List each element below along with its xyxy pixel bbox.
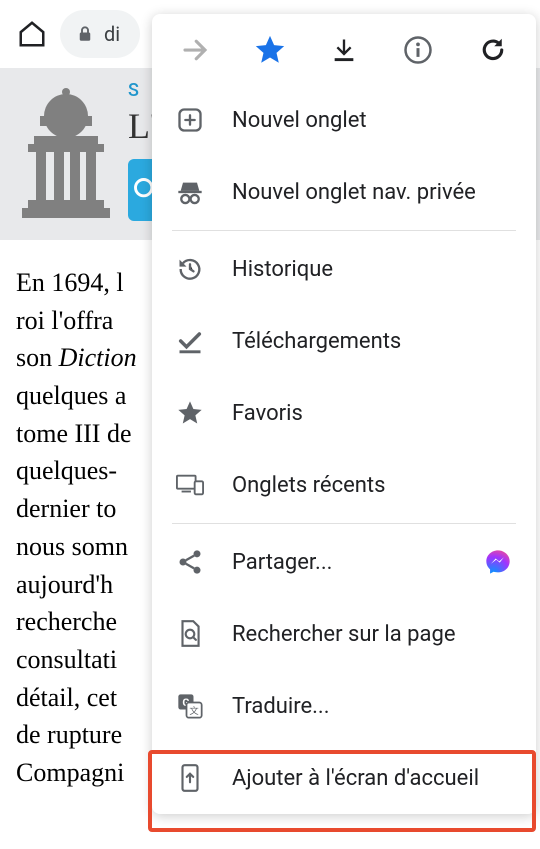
- menu-downloads[interactable]: Téléchargements: [152, 305, 536, 377]
- svg-text:文: 文: [189, 705, 198, 717]
- menu-item-label: Historique: [232, 257, 333, 282]
- menu-item-label: Téléchargements: [232, 329, 401, 354]
- history-icon: [176, 255, 204, 283]
- menu-add-to-homescreen[interactable]: Ajouter à l'écran d'accueil: [152, 742, 536, 814]
- forward-arrow-icon: [180, 35, 210, 65]
- home-button[interactable]: [12, 14, 52, 54]
- menu-item-label: Nouvel onglet: [232, 108, 367, 133]
- menu-incognito[interactable]: Nouvel onglet nav. privée: [152, 156, 536, 228]
- add-homescreen-icon: [178, 763, 202, 793]
- download-icon: [330, 36, 358, 64]
- reload-icon: [478, 35, 508, 65]
- download-check-icon: [176, 327, 204, 355]
- translate-icon: G 文: [176, 692, 204, 720]
- menu-item-label: Partager...: [232, 550, 332, 575]
- menu-item-label: Ajouter à l'écran d'accueil: [232, 766, 479, 791]
- menu-item-label: Traduire...: [232, 694, 330, 719]
- home-icon: [17, 19, 47, 49]
- url-bar[interactable]: di: [60, 10, 140, 58]
- menu-find-in-page[interactable]: Rechercher sur la page: [152, 598, 536, 670]
- info-icon: [403, 35, 433, 65]
- menu-new-tab[interactable]: Nouvel onglet: [152, 84, 536, 156]
- star-filled-icon: [253, 33, 287, 67]
- incognito-icon: [176, 178, 204, 206]
- find-page-icon: [177, 619, 203, 649]
- devices-icon: [176, 473, 204, 497]
- star-icon: [176, 399, 204, 427]
- download-button[interactable]: [320, 26, 368, 74]
- browser-menu: Nouvel onglet Nouvel onglet nav. privée …: [152, 14, 536, 814]
- menu-item-label: Nouvel onglet nav. privée: [232, 180, 476, 205]
- menu-item-label: Onglets récents: [232, 473, 385, 498]
- share-icon: [176, 548, 204, 576]
- menu-divider: [172, 230, 516, 231]
- menu-item-label: Rechercher sur la page: [232, 622, 456, 647]
- lock-icon: [76, 24, 94, 44]
- info-button[interactable]: [394, 26, 442, 74]
- messenger-icon: [484, 548, 512, 576]
- plus-box-icon: [176, 106, 204, 134]
- menu-divider: [172, 523, 516, 524]
- forward-button[interactable]: [171, 26, 219, 74]
- menu-top-row: [152, 20, 536, 84]
- menu-recent-tabs[interactable]: Onglets récents: [152, 449, 536, 521]
- menu-item-label: Favoris: [232, 401, 303, 426]
- menu-bookmarks[interactable]: Favoris: [152, 377, 536, 449]
- building-logo-icon: [16, 88, 116, 228]
- url-text: di: [104, 22, 120, 46]
- menu-share[interactable]: Partager...: [152, 526, 536, 598]
- bookmark-button[interactable]: [246, 26, 294, 74]
- menu-history[interactable]: Historique: [152, 233, 536, 305]
- menu-translate[interactable]: G 文 Traduire...: [152, 670, 536, 742]
- reload-button[interactable]: [469, 26, 517, 74]
